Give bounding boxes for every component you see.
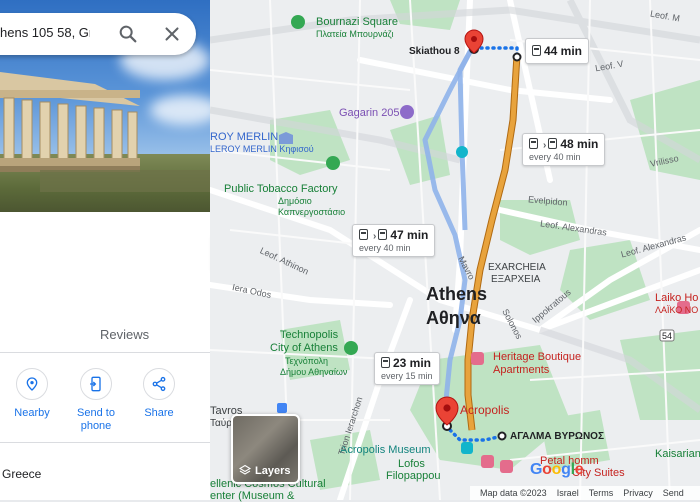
poi-acropolis-museum[interactable]: Acropolis Museum [340,444,430,456]
label-exarcheia-greek: ΕΞΑΡΧΕΙΑ [491,274,541,285]
place-panel: hens 105 58, Greec Reviews Nearby Send t… [0,0,210,500]
route-frequency: every 40 min [359,243,411,253]
poi-hellenic-cosmos-2: enter (Museum & [210,490,295,502]
label-lofos: Lofos [398,458,425,470]
poi-tobacco-greek-2: Καπνεργοστάσιο [278,207,346,217]
poi-technopolis-2: City of Athens [270,342,338,354]
route-time: 47 min [390,228,429,242]
bus-icon [532,45,541,56]
send-to-phone-icon [90,376,101,392]
route-time: 48 min [560,137,599,151]
route-chip-48[interactable]: › 48 min every 40 min [522,133,606,166]
divider [0,352,210,353]
address-country: Greece [2,467,42,481]
map-data-attribution: Map data ©2023 [480,488,547,498]
route-frequency: every 40 min [529,152,581,162]
route-shield-54: 54 [662,331,673,341]
nearby-button[interactable]: Nearby [2,368,62,420]
route-chip-44[interactable]: 44 min [525,38,590,64]
poi-heritage-apartments: Apartments [493,364,550,376]
bus-icon [378,229,388,240]
nearby-icon [26,377,38,391]
layers-label: Layers [255,465,291,477]
city-label-athens: Athens [426,284,488,304]
label-exarcheia: EXARCHEIA [488,262,546,273]
poi-bournazi-greek: Πλατεία Μπουρνάζι [316,29,394,39]
label-skiathou: Skiathou 8 [409,46,460,57]
share-label: Share [144,407,174,419]
route-frequency: every 15 min [381,371,433,381]
layers-button[interactable]: Layers [231,414,300,484]
label-acropolis[interactable]: Acropolis [460,404,509,416]
search-input[interactable]: hens 105 58, Greec [0,25,90,40]
parthenon-image [0,72,140,172]
divider [0,442,210,443]
search-icon[interactable] [117,23,139,45]
poi-bournazi[interactable]: Bournazi Square [316,16,398,28]
bus-icon [529,138,538,149]
route-chip-23[interactable]: 23 min every 15 min [374,352,440,385]
route-time: 44 min [544,44,583,58]
poi-leroy-merlin-greek: LEROY MERLIN Κηφισού [210,144,314,154]
label-kaisarian: Kaisarian [655,448,700,460]
poi-heritage-boutique[interactable]: Heritage Boutique [493,351,581,363]
tab-reviews[interactable]: Reviews [100,327,149,342]
route-chip-47[interactable]: › 47 min every 40 min [352,224,436,257]
country-link[interactable]: Israel [557,488,579,498]
terms-link[interactable]: Terms [589,488,614,498]
map-footer: Map data ©2023 Israel Terms Privacy Send [470,486,700,500]
poi-technopolis[interactable]: Technopolis [280,329,338,341]
bus-icon [548,138,558,149]
privacy-link[interactable]: Privacy [623,488,653,498]
send-feedback-link[interactable]: Send [663,488,684,498]
city-label-athens-greek: Αθηνα [426,308,481,328]
label-statue-byron: ΑΓΑΛΜΑ ΒΥΡΩΝΟΣ [510,431,604,442]
bus-icon [381,357,390,368]
close-icon[interactable] [161,23,183,45]
poi-laiko-greek: ΛΑΪΚΟ ΝΟ [655,305,699,315]
poi-technopolis-4: Δήμου Αθηναίων [280,367,348,377]
send-to-phone-label: Send to phone [77,407,115,432]
layers-icon [239,464,251,475]
share-button[interactable]: Share [129,368,189,420]
poi-leroy-merlin[interactable]: ROY MERLIN [210,131,278,143]
search-box[interactable]: hens 105 58, Greec [0,13,196,55]
label-filopappou: Filopappou [386,470,441,482]
poi-gagarin[interactable]: Gagarin 205 [339,107,400,119]
google-logo: Google [530,461,584,478]
poi-tobacco-factory[interactable]: Public Tobacco Factory [224,183,338,195]
poi-laiko[interactable]: Laiko Ho [655,292,698,304]
bus-icon [359,229,368,240]
route-time: 23 min [393,356,432,370]
nearby-label: Nearby [14,407,50,419]
send-to-phone-button[interactable]: Send to phone [66,368,126,433]
share-icon [152,376,166,392]
